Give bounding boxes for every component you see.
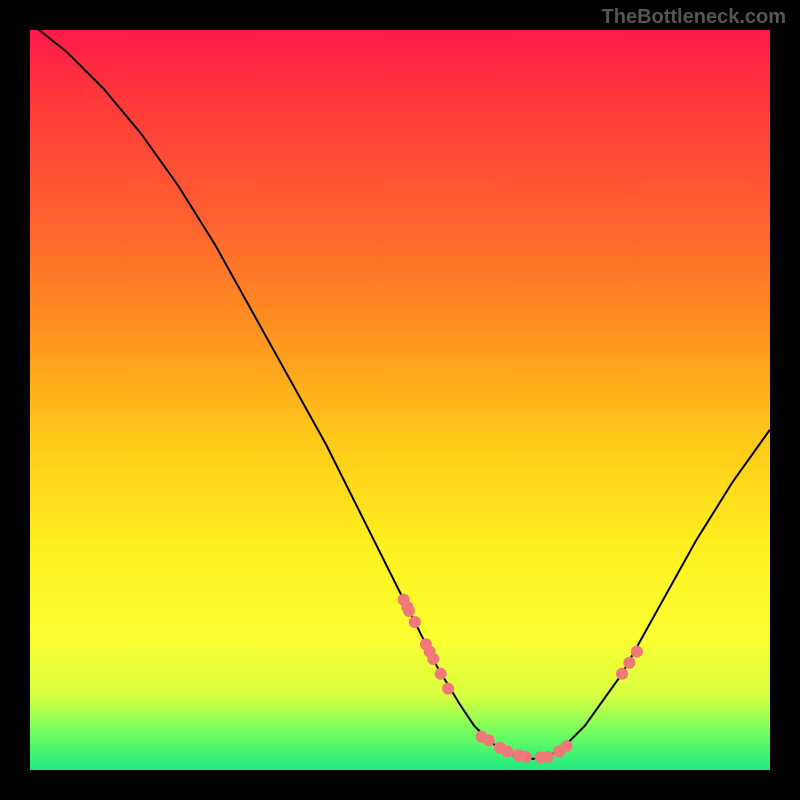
data-point: [631, 646, 643, 658]
data-point: [542, 751, 554, 763]
data-point: [442, 683, 454, 695]
data-point: [483, 734, 495, 746]
chart-plot-area: [30, 30, 770, 770]
data-points-right-cluster: [616, 646, 643, 680]
bottleneck-curve: [30, 23, 770, 759]
data-point: [520, 751, 532, 763]
data-point: [501, 746, 513, 758]
data-points-bottom-cluster: [475, 731, 572, 764]
data-point: [435, 668, 447, 680]
chart-svg: [30, 30, 770, 770]
data-point: [403, 605, 415, 617]
data-point: [427, 653, 439, 665]
data-point: [409, 616, 421, 628]
data-point: [616, 668, 628, 680]
watermark-text: TheBottleneck.com: [602, 6, 786, 29]
data-point: [561, 740, 573, 752]
data-point: [623, 657, 635, 669]
